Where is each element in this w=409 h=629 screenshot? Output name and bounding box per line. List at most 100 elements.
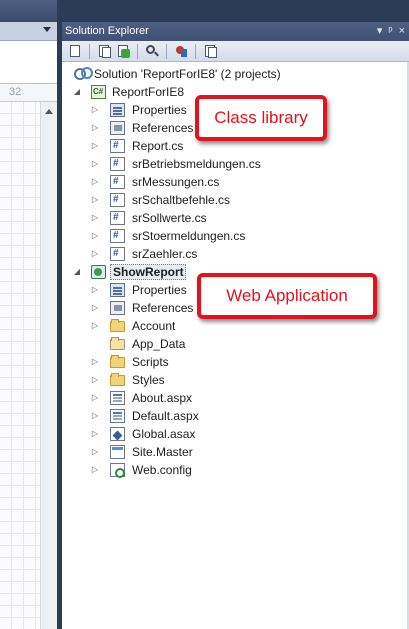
tree-item-account[interactable]: ▷ Account <box>62 317 407 335</box>
tree-item-label: Default.aspx <box>132 409 199 423</box>
ruler-number: 32 <box>9 86 22 98</box>
solution-explorer-toolbar <box>62 41 409 62</box>
collapse-arrow-icon[interactable]: ◢ <box>72 263 82 281</box>
references-icon <box>110 121 125 135</box>
show-all-files-icon[interactable] <box>96 43 112 59</box>
close-icon[interactable]: × <box>399 22 405 41</box>
csharp-project-icon <box>91 85 106 99</box>
designer-grid[interactable] <box>0 102 40 629</box>
project-label: ShowReport <box>113 265 184 279</box>
expand-arrow-icon[interactable]: ▷ <box>90 299 100 317</box>
tree-item-label: References <box>132 301 194 315</box>
master-page-icon <box>110 445 125 459</box>
folder-icon <box>110 319 125 332</box>
window-title-strip <box>0 0 57 22</box>
expand-arrow-icon[interactable]: ▷ <box>90 317 100 335</box>
global-asax-icon <box>110 427 125 441</box>
csharp-file-icon <box>110 139 125 153</box>
tree-item-default-aspx[interactable]: ▷ Default.aspx <box>62 407 407 425</box>
properties-icon <box>110 283 125 297</box>
expand-arrow-icon[interactable]: ▷ <box>90 407 100 425</box>
expand-arrow-icon[interactable]: ▷ <box>90 137 100 155</box>
panel-title: Solution Explorer <box>65 25 149 37</box>
tab-dropdown-icon[interactable] <box>43 27 51 32</box>
annotation-web-application: Web Application <box>197 273 377 319</box>
solution-label: Solution 'ReportForIE8' (2 projects) <box>94 67 281 81</box>
expand-arrow-icon[interactable]: ▷ <box>90 173 100 191</box>
tree-item-srbetriebsmeldungen[interactable]: ▷ srBetriebsmeldungen.cs <box>62 155 407 173</box>
tree-item-label: App_Data <box>132 337 186 351</box>
tree-item-label: Global.asax <box>132 427 196 441</box>
tree-item-label: About.aspx <box>132 391 193 405</box>
tree-item-label: Site.Master <box>132 445 193 459</box>
aspx-file-icon <box>110 409 125 423</box>
view-code-icon[interactable] <box>202 43 218 59</box>
tree-item-srmessungen[interactable]: ▷ srMessungen.cs <box>62 173 407 191</box>
aspx-file-icon <box>110 391 125 405</box>
project-label: ReportForIE8 <box>112 85 185 99</box>
expand-arrow-icon[interactable]: ▷ <box>90 191 100 209</box>
toolbar-separator <box>166 43 167 59</box>
web-project-icon <box>91 265 106 279</box>
tree-item-label: srSollwerte.cs <box>132 211 207 225</box>
tree-item-label: Web.config <box>132 463 192 477</box>
tree-row-solution[interactable]: Solution 'ReportForIE8' (2 projects) <box>62 65 407 83</box>
tree-item-scripts[interactable]: ▷ Scripts <box>62 353 407 371</box>
tree-item-label: Scripts <box>132 355 169 369</box>
tree-item-global-asax[interactable]: ▷ Global.asax <box>62 425 407 443</box>
tree-item-label: srBetriebsmeldungen.cs <box>132 157 261 171</box>
expand-arrow-icon[interactable]: ▷ <box>90 119 100 137</box>
toolbar-separator <box>195 43 196 59</box>
view-class-diagram-icon[interactable] <box>144 43 160 59</box>
nest-related-files-icon[interactable] <box>173 43 189 59</box>
tree-item-label: srSchaltbefehle.cs <box>132 193 231 207</box>
window-position-dropdown-icon[interactable]: ▾ <box>377 22 383 41</box>
csharp-file-icon <box>110 157 125 171</box>
tree-item-styles[interactable]: ▷ Styles <box>62 371 407 389</box>
expand-arrow-icon[interactable]: ▷ <box>90 101 100 119</box>
expand-arrow-icon[interactable]: ▷ <box>90 389 100 407</box>
tree-item-label: Account <box>132 319 176 333</box>
tree-item-label: Styles <box>132 373 165 387</box>
tree-item-about-aspx[interactable]: ▷ About.aspx <box>62 389 407 407</box>
toolbar-separator <box>89 43 90 59</box>
expand-arrow-icon[interactable]: ▷ <box>90 209 100 227</box>
special-folder-icon <box>110 337 125 350</box>
tree-item-srzaehler[interactable]: ▷ srZaehler.cs <box>62 245 407 263</box>
collapse-arrow-icon[interactable]: ◢ <box>72 83 82 101</box>
expand-arrow-icon[interactable]: ▷ <box>90 353 100 371</box>
folder-icon <box>110 373 125 386</box>
solution-icon <box>74 67 93 80</box>
refresh-icon[interactable] <box>115 43 131 59</box>
expand-arrow-icon[interactable]: ▷ <box>90 155 100 173</box>
tree-item-site-master[interactable]: ▷ Site.Master <box>62 443 407 461</box>
scroll-up-arrow-icon[interactable] <box>45 109 53 114</box>
tree-item-srschaltbefehle[interactable]: ▷ srSchaltbefehle.cs <box>62 191 407 209</box>
annotation-label: Class library <box>214 108 308 127</box>
designer-ruler: 32 <box>0 84 57 102</box>
csharp-file-icon <box>110 211 125 225</box>
csharp-file-icon <box>110 229 125 243</box>
expand-arrow-icon[interactable]: ▷ <box>90 227 100 245</box>
vertical-scrollbar[interactable] <box>40 102 57 629</box>
document-tab-well <box>0 22 57 41</box>
expand-arrow-icon[interactable]: ▷ <box>90 443 100 461</box>
tree-item-label: srMessungen.cs <box>132 175 220 189</box>
properties-icon[interactable] <box>67 43 83 59</box>
annotation-label: Web Application <box>226 286 348 305</box>
tree-item-label: srStoermeldungen.cs <box>132 229 246 243</box>
annotation-class-library: Class library <box>195 95 327 141</box>
csharp-file-icon <box>110 175 125 189</box>
auto-hide-pin-icon[interactable]: ᵖ <box>388 22 392 41</box>
tree-item-srstoermeldungen[interactable]: ▷ srStoermeldungen.cs <box>62 227 407 245</box>
tree-item-app-data[interactable]: App_Data <box>62 335 407 353</box>
tree-item-srsollwerte[interactable]: ▷ srSollwerte.cs <box>62 209 407 227</box>
designer-header-area <box>0 41 57 84</box>
expand-arrow-icon[interactable]: ▷ <box>90 245 100 263</box>
properties-icon <box>110 103 125 117</box>
tree-item-web-config[interactable]: ▷ Web.config <box>62 461 407 479</box>
expand-arrow-icon[interactable]: ▷ <box>90 425 100 443</box>
expand-arrow-icon[interactable]: ▷ <box>90 281 100 299</box>
expand-arrow-icon[interactable]: ▷ <box>90 371 100 389</box>
expand-arrow-icon[interactable]: ▷ <box>90 461 100 479</box>
